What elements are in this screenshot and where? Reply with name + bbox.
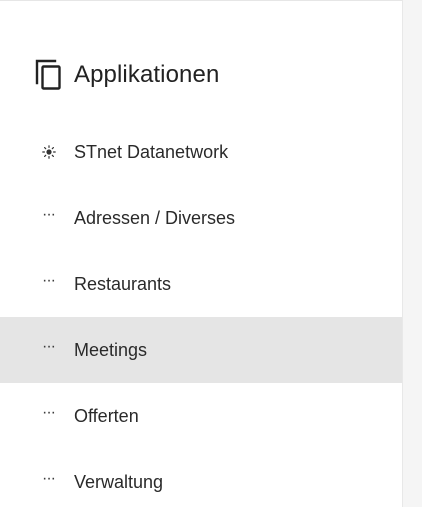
menu-item-meetings[interactable]: ··· Meetings	[0, 317, 402, 383]
copy-icon	[35, 59, 61, 90]
menu-item-stnet-datanetwork[interactable]: STnet Datanetwork	[0, 119, 402, 185]
menu-item-verwaltung[interactable]: ··· Verwaltung	[0, 449, 402, 507]
app-frame: Applikationen STnet Datanetwork ··· Adre…	[0, 0, 422, 507]
sidebar: Applikationen STnet Datanetwork ··· Adre…	[0, 0, 402, 507]
app-menu: STnet Datanetwork ··· Adressen / Diverse…	[0, 119, 402, 507]
menu-item-label: Offerten	[74, 405, 139, 426]
ellipsis-icon: ···	[42, 470, 56, 487]
sidebar-header: Applikationen	[34, 55, 219, 95]
menu-item-adressen-diverses[interactable]: ··· Adressen / Diverses	[0, 185, 402, 251]
menu-item-label: Verwaltung	[74, 471, 164, 492]
content-pane-edge	[402, 0, 422, 507]
menu-item-label: Meetings	[74, 339, 148, 360]
ellipsis-icon: ···	[42, 272, 56, 289]
menu-item-label: Restaurants	[74, 273, 172, 294]
sun-icon	[42, 145, 64, 159]
menu-item-label: Adressen / Diverses	[74, 207, 236, 228]
ellipsis-icon: ···	[42, 338, 56, 355]
ellipsis-icon: ···	[42, 206, 56, 223]
menu-item-restaurants[interactable]: ··· Restaurants	[0, 251, 402, 317]
sidebar-title: Applikationen	[74, 61, 220, 88]
menu-item-offerten[interactable]: ··· Offerten	[0, 383, 402, 449]
menu-item-label: STnet Datanetwork	[74, 141, 229, 162]
ellipsis-icon: ···	[42, 404, 56, 421]
